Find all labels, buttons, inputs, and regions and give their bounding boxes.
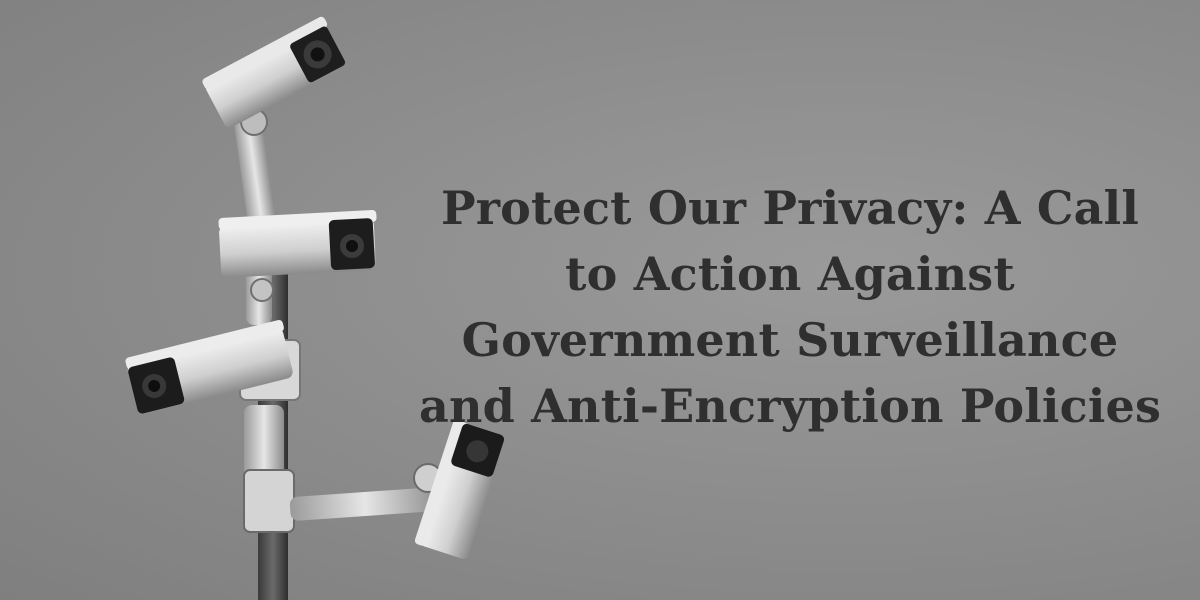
article-title: Protect Our Privacy: A Call to Action Ag… [418,181,1162,433]
camera-1 [202,16,346,226]
article-banner: Protect Our Privacy: A Call to Action Ag… [0,0,1200,600]
camera-2 [218,210,377,325]
